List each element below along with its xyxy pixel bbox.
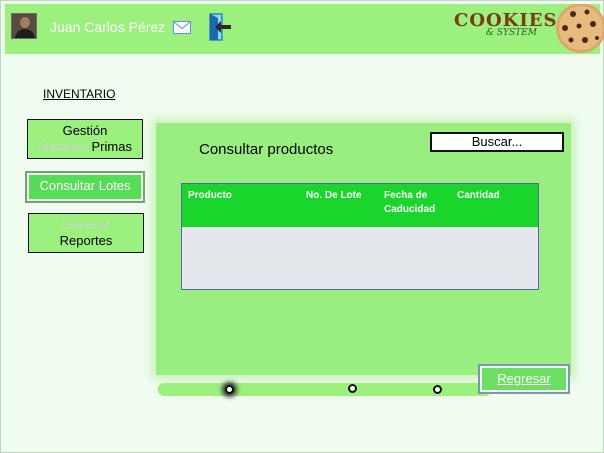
back-button[interactable]: Regresar xyxy=(480,366,568,392)
search-input[interactable]: Buscar... xyxy=(430,132,564,152)
pagination-dot[interactable] xyxy=(348,384,357,393)
column-header-fecha-caducidad[interactable]: Fecha de Caducidad xyxy=(384,189,444,217)
sidebar-item-consultar-lotes[interactable]: Consultar Lotes xyxy=(27,173,143,201)
mail-icon[interactable] xyxy=(173,21,191,39)
column-header-lote[interactable]: No. De Lote xyxy=(306,189,362,203)
sidebar-item-generar-reportes[interactable]: Generar Reportes xyxy=(28,213,144,253)
sidebar-item-label-faded: Materias xyxy=(38,139,88,154)
sidebar-item-label: Primas xyxy=(91,139,132,154)
pagination-dot[interactable] xyxy=(433,385,442,394)
pagination-dot-active[interactable] xyxy=(225,385,234,394)
top-bar: Juan Carlos Pérez COOKIES & SYSTEM xyxy=(5,3,604,54)
app-window: Juan Carlos Pérez COOKIES & SYSTEM INVEN… xyxy=(0,0,604,453)
brand-logo: COOKIES & SYSTEM xyxy=(454,10,556,44)
cookie-icon xyxy=(553,3,604,56)
column-header-cantidad[interactable]: Cantidad xyxy=(457,189,500,203)
content-panel: Consultar productos Buscar... Producto N… xyxy=(156,123,571,375)
logout-icon[interactable] xyxy=(207,13,233,46)
logo-subtext: & SYSTEM xyxy=(486,28,537,38)
section-title: INVENTARIO xyxy=(43,87,116,101)
page-title: Consultar productos xyxy=(199,141,334,158)
sidebar-item-label: Consultar Lotes xyxy=(39,178,131,193)
avatar[interactable] xyxy=(11,13,37,39)
products-table: Producto No. De Lote Fecha de Caducidad … xyxy=(181,183,539,290)
sidebar-item-label: Reportes xyxy=(59,233,113,248)
sidebar-item-label: Gestión xyxy=(62,123,108,138)
sidebar-item-label-faded: Generar xyxy=(62,217,110,232)
back-button-label: Regresar xyxy=(497,371,551,386)
column-header-producto[interactable]: Producto xyxy=(188,189,232,203)
user-name: Juan Carlos Pérez xyxy=(50,19,166,35)
sidebar-item-gestion-materias-primas[interactable]: Gestión Materias Primas xyxy=(27,119,143,159)
table-header: Producto No. De Lote Fecha de Caducidad … xyxy=(182,184,538,227)
search-placeholder: Buscar... xyxy=(471,134,523,149)
pagination-track xyxy=(158,383,491,396)
